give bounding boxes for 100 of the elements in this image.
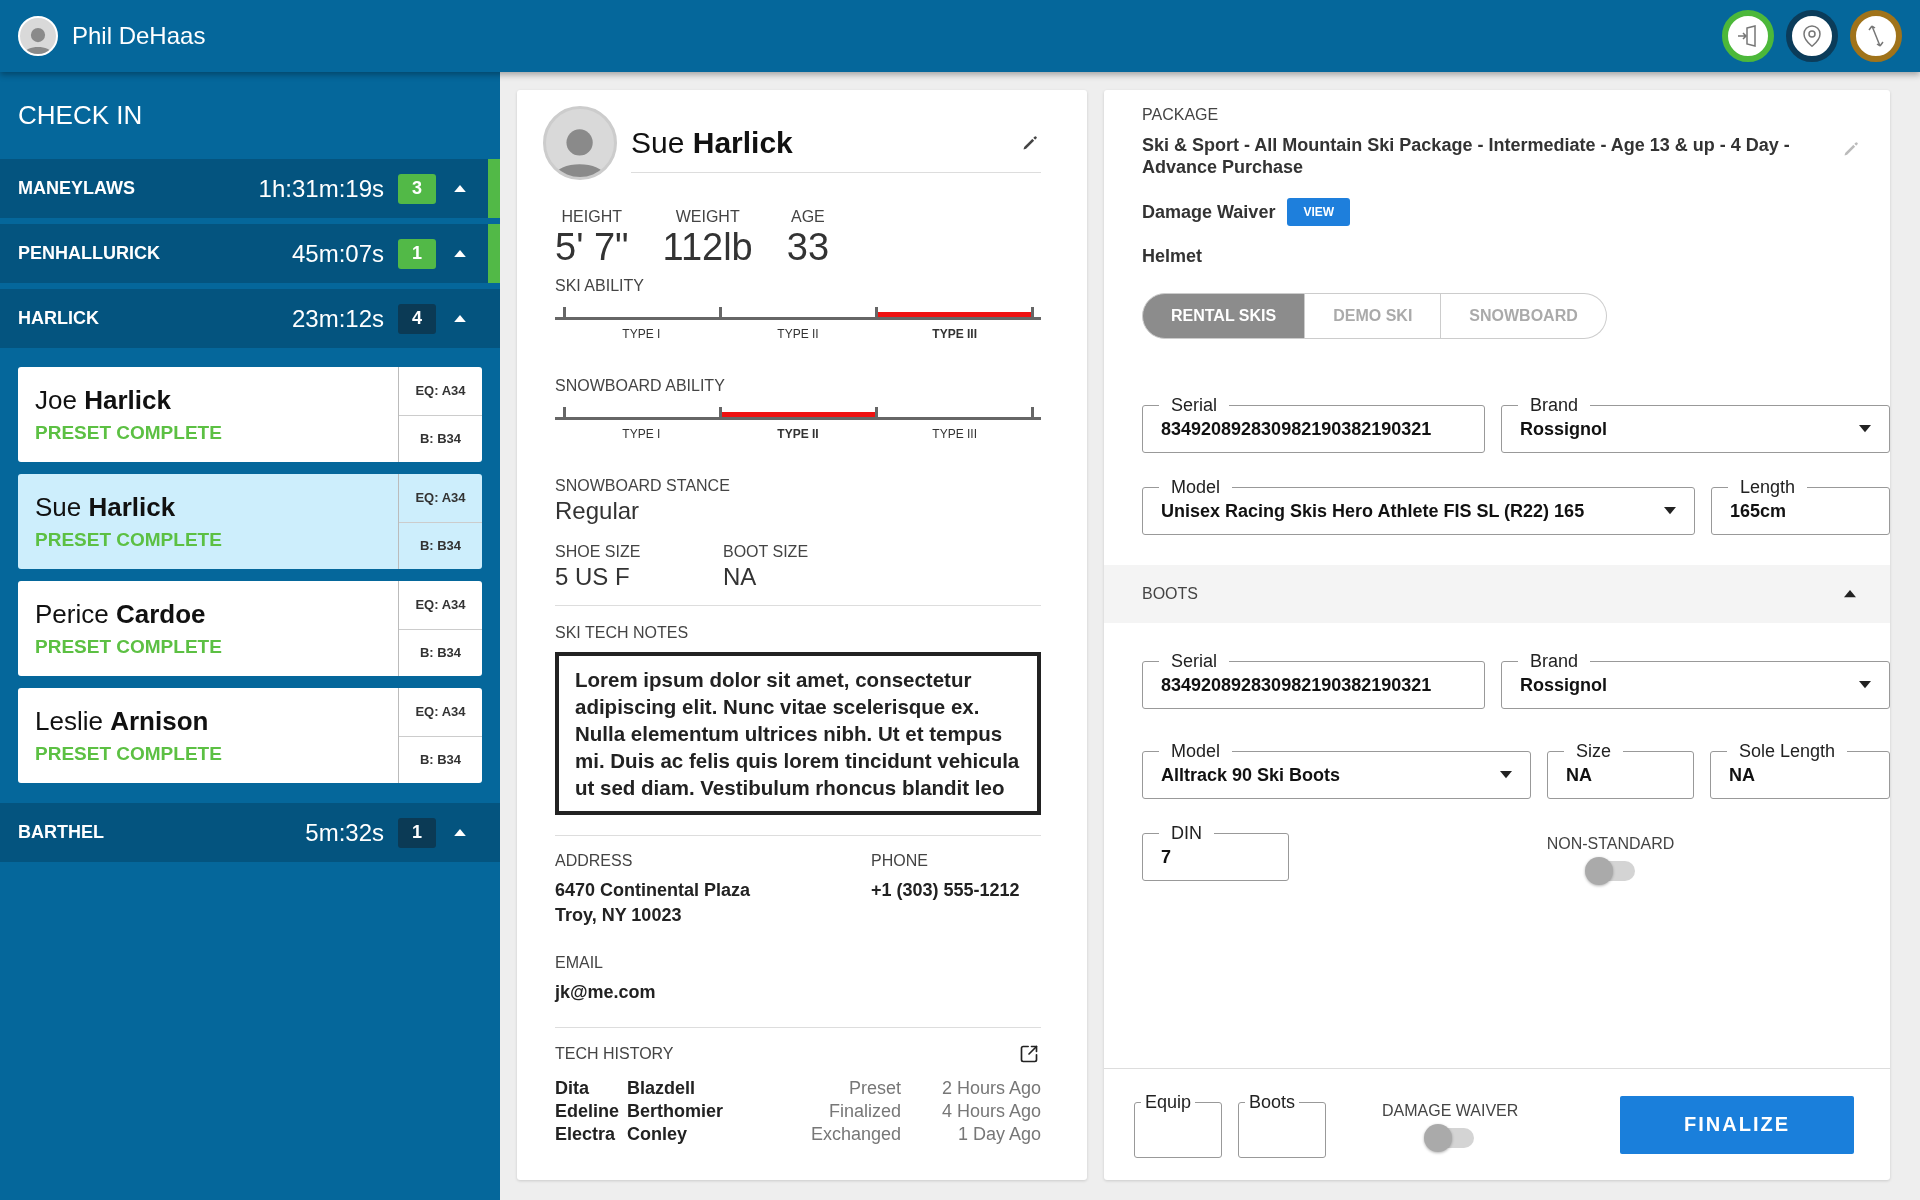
equipment-tag: EQ: A34 bbox=[399, 688, 482, 736]
group-timer: 45m:07s bbox=[291, 239, 384, 268]
history-first-name: Dita bbox=[555, 1078, 590, 1099]
input-field[interactable]: DIN 7 bbox=[1142, 823, 1289, 881]
group-name: PENHALLURICK bbox=[18, 243, 161, 264]
member-card[interactable]: Leslie Arnison PRESET COMPLETE EQ: A34 B: B34 bbox=[18, 688, 482, 783]
contact-value: Troy, NY 10023 bbox=[555, 904, 683, 927]
member-name: Perice Cardoe bbox=[35, 599, 207, 630]
history-last-name: Blazdell bbox=[627, 1078, 697, 1099]
input-field[interactable]: Serial 834920892830982190382190321 bbox=[1142, 395, 1485, 453]
ability-label: SKI ABILITY bbox=[555, 277, 645, 295]
input-field[interactable]: Sole Length NA bbox=[1710, 741, 1890, 799]
group-name: MANEYLAWS bbox=[18, 178, 136, 199]
caret-icon bbox=[1664, 507, 1676, 515]
group-row[interactable]: MANEYLAWS 1h:31m:19s 3 bbox=[0, 159, 500, 218]
member-card[interactable]: Joe Harlick PRESET COMPLETE EQ: A34 B: B34 bbox=[18, 367, 482, 462]
header-action-button[interactable] bbox=[1786, 10, 1838, 62]
header-action-button[interactable] bbox=[1850, 10, 1902, 62]
equipment-tag: EQ: A34 bbox=[399, 581, 482, 629]
stat-label: WEIGHT bbox=[675, 208, 740, 226]
dropdown-field[interactable]: Model Alltrack 90 Ski Boots bbox=[1142, 741, 1531, 799]
caret-icon bbox=[1500, 771, 1512, 779]
member-status: PRESET COMPLETE bbox=[35, 743, 223, 765]
ability-level-label: TYPE II bbox=[776, 427, 820, 441]
header-action-button[interactable] bbox=[1722, 10, 1774, 62]
group-timer: 5m:32s bbox=[305, 818, 384, 847]
user-avatar bbox=[18, 16, 58, 56]
notes-label: SKI TECH NOTES bbox=[555, 624, 690, 642]
ability-level-label: TYPE I bbox=[621, 327, 662, 341]
contact-label: ADDRESS bbox=[555, 852, 634, 870]
boots-tag: B: B34 bbox=[399, 414, 482, 462]
member-name: Sue Harlick bbox=[35, 492, 177, 523]
contact-value: +1 (303) 555-1212 bbox=[871, 879, 1021, 902]
history-first-name: Electra bbox=[555, 1124, 617, 1145]
caret-icon bbox=[454, 249, 466, 258]
helmet-label: Helmet bbox=[1142, 246, 1204, 267]
count-badge: 3 bbox=[398, 173, 436, 204]
input-field[interactable]: Size NA bbox=[1547, 741, 1694, 799]
field-label: Sole Length bbox=[1738, 741, 1837, 762]
group-name: HARLICK bbox=[18, 308, 100, 329]
stat-label: AGE bbox=[791, 208, 825, 226]
field-label: Length bbox=[1739, 477, 1797, 498]
contact-label: PHONE bbox=[871, 852, 929, 870]
boots-tag: B: B34 bbox=[399, 521, 482, 569]
count-badge: 4 bbox=[398, 303, 436, 334]
ability-level-label: TYPE II bbox=[776, 327, 820, 341]
field-label: Equip bbox=[1144, 1091, 1193, 1113]
field-label: Serial bbox=[1170, 395, 1219, 416]
tech-notes: Lorem ipsum dolor sit amet, consectetur adipiscing elit. Nunc vitae scelerisque ex. Nulla elementum ultrices nibh. Ut et tempus mi. Duis ac felis quis lorem tincidunt vehicula ut sed diam. Vestibulum rhoncus blandit leo bbox=[555, 652, 1041, 815]
contact-value: 6470 Continental Plaza bbox=[555, 879, 752, 902]
field-label: Brand bbox=[1529, 395, 1580, 416]
history-time: 2 Hours Ago bbox=[940, 1078, 1041, 1099]
group-timer: 23m:12s bbox=[291, 304, 384, 333]
dropdown-field[interactable]: Brand Rossignol bbox=[1501, 395, 1890, 453]
profile-name: Sue Harlick bbox=[631, 125, 793, 160]
damage-waiver-label: Damage Waiver bbox=[1142, 201, 1276, 223]
input-field[interactable]: Length 165cm bbox=[1711, 477, 1890, 535]
ability-level-label: TYPE III bbox=[931, 427, 978, 441]
caret-icon bbox=[1859, 681, 1871, 689]
boots-tag: B: B34 bbox=[399, 628, 482, 676]
package-label: PACKAGE bbox=[1142, 106, 1220, 124]
toggle-label: NON-STANDARD bbox=[1546, 835, 1675, 853]
group-row[interactable]: BARTHEL 5m:32s 1 bbox=[0, 803, 500, 862]
sidebar-title: CHECK IN bbox=[18, 100, 144, 131]
history-last-name: Conley bbox=[627, 1124, 688, 1145]
equipment-tag: EQ: A34 bbox=[399, 474, 482, 522]
size-value: 5 US F bbox=[555, 563, 631, 591]
view-button[interactable]: VIEW bbox=[1287, 198, 1351, 226]
group-row[interactable]: PENHALLURICK 45m:07s 1 bbox=[0, 224, 500, 283]
boots-section-label: BOOTS bbox=[1142, 585, 1198, 603]
size-value: NA bbox=[723, 563, 758, 591]
history-label: TECH HISTORY bbox=[555, 1045, 674, 1063]
ability-level-label: TYPE III bbox=[931, 327, 978, 341]
member-name: Leslie Arnison bbox=[35, 706, 210, 737]
dropdown-field[interactable]: Model Unisex Racing Skis Hero Athlete FIS SL (R22) 165 bbox=[1142, 477, 1695, 535]
finalize-button[interactable]: FINALIZE bbox=[1620, 1095, 1854, 1154]
member-card[interactable]: Sue Harlick PRESET COMPLETE EQ: A34 B: B34 bbox=[18, 474, 482, 569]
history-action: Preset bbox=[847, 1078, 901, 1099]
input-field[interactable]: Serial 834920892830982190382190321 bbox=[1142, 651, 1485, 709]
map-pin-icon bbox=[1800, 24, 1824, 48]
caret-icon bbox=[1859, 425, 1871, 433]
count-badge: 1 bbox=[398, 238, 436, 269]
size-label: SHOE SIZE bbox=[555, 543, 642, 561]
caret-icon bbox=[454, 314, 466, 323]
equipment-tag: EQ: A34 bbox=[399, 367, 482, 415]
member-status: PRESET COMPLETE bbox=[35, 636, 223, 658]
stat-value: 5' 7" bbox=[555, 226, 629, 269]
ability-level-label: TYPE I bbox=[621, 427, 662, 441]
contact-label: EMAIL bbox=[555, 954, 604, 972]
member-name: Joe Harlick bbox=[35, 385, 172, 416]
caret-icon bbox=[454, 828, 466, 837]
history-action: Finalized bbox=[827, 1101, 901, 1122]
member-card[interactable]: Perice Cardoe PRESET COMPLETE EQ: A34 B: B34 bbox=[18, 581, 482, 676]
history-last-name: Berthomier bbox=[627, 1101, 725, 1122]
history-time: 1 Day Ago bbox=[956, 1124, 1041, 1145]
stat-value: 112lb bbox=[662, 226, 753, 269]
history-action: Exchanged bbox=[810, 1124, 901, 1145]
dropdown-field[interactable]: Brand Rossignol bbox=[1501, 651, 1890, 709]
group-row[interactable]: HARLICK 23m:12s 4 bbox=[0, 289, 500, 348]
field-label: Model bbox=[1170, 477, 1222, 498]
